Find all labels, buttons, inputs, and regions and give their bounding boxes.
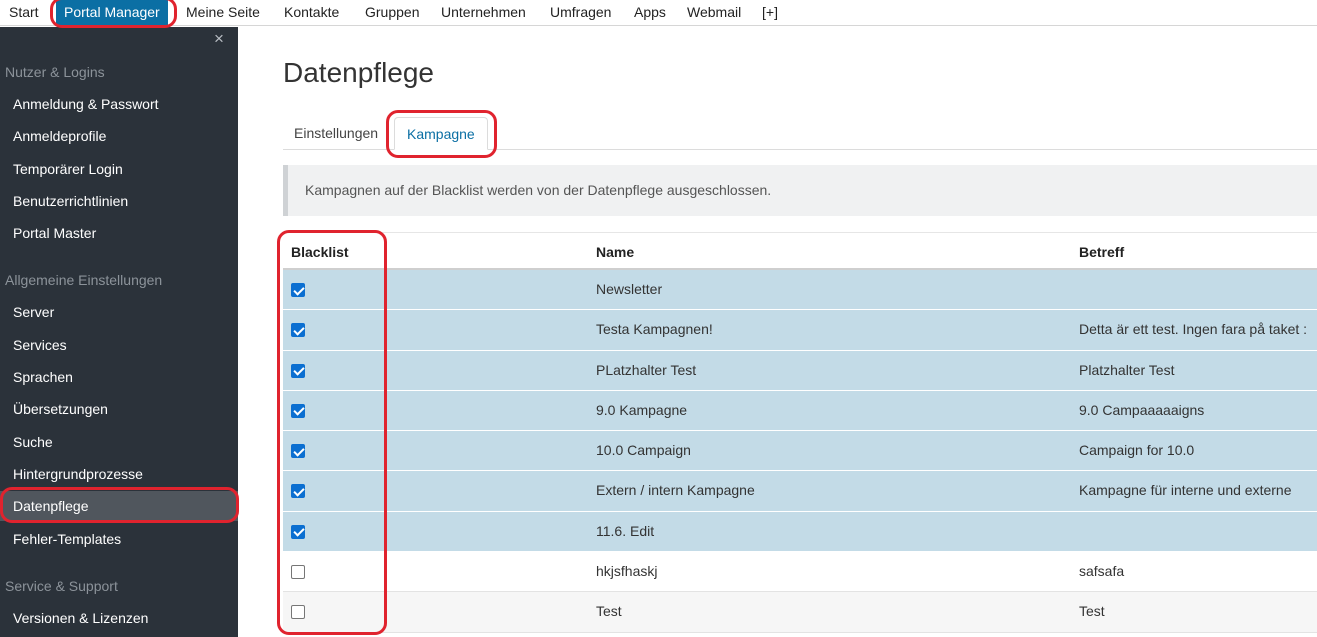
nav-gruppen[interactable]: Gruppen <box>365 0 419 26</box>
row-name: Newsletter <box>596 281 663 297</box>
sidebar-item-sprachen[interactable]: Sprachen <box>0 362 238 392</box>
sidebar-item-uebersetzungen[interactable]: Übersetzungen <box>0 394 238 424</box>
header-betreff[interactable]: Betreff <box>1079 244 1124 260</box>
row-name: 9.0 Kampagne <box>596 401 688 418</box>
row-name: 10.0 Campaign <box>596 442 691 459</box>
sidebar-item-versionen-lizenzen[interactable]: Versionen & Lizenzen <box>0 603 238 633</box>
page-title: Datenpflege <box>283 57 435 88</box>
row-name: Test <box>596 603 622 620</box>
sidebar-item-temporaerer-login[interactable]: Temporärer Login <box>0 154 238 184</box>
nav-meine-seite[interactable]: Meine Seite <box>186 0 260 26</box>
sidebar-item-services[interactable]: Services <box>0 330 238 360</box>
nav-umfragen[interactable]: Umfragen <box>550 0 611 26</box>
sidebar-section-service-support: Service & Support <box>5 578 118 594</box>
header-blacklist[interactable]: Blacklist <box>291 244 349 260</box>
info-message: Kampagnen auf der Blacklist werden von d… <box>283 165 1317 216</box>
sidebar-item-suche[interactable]: Suche <box>0 427 238 457</box>
row-betreff: Test <box>1079 603 1105 620</box>
table-header: Blacklist Name Betreff <box>283 232 1317 270</box>
nav-start[interactable]: Start <box>9 0 39 26</box>
row-betreff: 9.0 Campaaaaaigns <box>1079 401 1205 418</box>
table-row: Testa Kampagnen! Detta är ett test. Inge… <box>283 310 1317 351</box>
row-betreff: Platzhalter Test <box>1079 361 1175 378</box>
close-icon[interactable]: × <box>214 30 224 48</box>
sidebar-item-hintergrundprozesse[interactable]: Hintergrundprozesse <box>0 459 238 489</box>
nav-kontakte[interactable]: Kontakte <box>284 0 339 26</box>
tab-kampagne[interactable]: Kampagne <box>394 117 488 150</box>
blacklist-checkbox[interactable] <box>291 444 305 459</box>
sidebar-item-benutzerrichtlinien[interactable]: Benutzerrichtlinien <box>0 186 238 216</box>
blacklist-checkbox[interactable] <box>291 484 305 499</box>
tab-einstellungen[interactable]: Einstellungen <box>294 117 378 150</box>
nav-unternehmen[interactable]: Unternehmen <box>441 0 526 26</box>
row-name: Extern / intern Kampagne <box>596 482 755 499</box>
row-name: PLatzhalter Test <box>596 361 697 378</box>
row-betreff: Kampagne für interne und externe <box>1079 482 1292 499</box>
row-betreff: Campaign for 10.0 <box>1079 442 1195 459</box>
blacklist-checkbox[interactable] <box>291 565 305 580</box>
table-row: hkjsfhaskj safsafa <box>283 552 1317 593</box>
tab-bar: Einstellungen Kampagne <box>283 117 1317 150</box>
sidebar-item-anmeldeprofile[interactable]: Anmeldeprofile <box>0 121 238 151</box>
nav-portal-manager[interactable]: Portal Manager <box>56 0 168 26</box>
blacklist-checkbox[interactable] <box>291 605 305 620</box>
top-navigation: Start Portal Manager Meine Seite Kontakt… <box>0 0 1317 26</box>
table-row: 10.0 Campaign Campaign for 10.0 <box>283 431 1317 472</box>
main-content: Datenpflege Einstellungen Kampagne Kampa… <box>238 27 1317 637</box>
nav-apps[interactable]: Apps <box>634 0 666 26</box>
header-name[interactable]: Name <box>596 244 634 260</box>
table-row: Extern / intern Kampagne Kampagne für in… <box>283 471 1317 512</box>
blacklist-checkbox[interactable] <box>291 403 305 418</box>
sidebar-item-anmeldung-passwort[interactable]: Anmeldung & Passwort <box>0 89 238 119</box>
blacklist-checkbox[interactable] <box>291 524 305 539</box>
blacklist-checkbox[interactable] <box>291 323 305 338</box>
sidebar: × Nutzer & Logins Anmeldung & Passwort A… <box>0 27 238 637</box>
blacklist-checkbox[interactable] <box>291 283 305 297</box>
table-row: PLatzhalter Test Platzhalter Test <box>283 350 1317 391</box>
sidebar-item-fehler-templates[interactable]: Fehler-Templates <box>0 524 238 554</box>
table-row: 11.6. Edit <box>283 511 1317 553</box>
row-name: hkjsfhaskj <box>596 563 658 580</box>
sidebar-item-datenpflege[interactable]: Datenpflege <box>0 491 238 521</box>
sidebar-section-allgemeine-einstellungen: Allgemeine Einstellungen <box>5 272 163 288</box>
row-name: 11.6. Edit <box>596 522 655 539</box>
sidebar-item-server[interactable]: Server <box>0 297 238 327</box>
sidebar-section-nutzer-logins: Nutzer & Logins <box>5 64 105 80</box>
row-name: Testa Kampagnen! <box>596 321 713 338</box>
row-betreff: safsafa <box>1079 563 1125 580</box>
row-betreff: Detta är ett test. Ingen fara på taket : <box>1079 321 1308 338</box>
blacklist-checkbox[interactable] <box>291 363 305 378</box>
table-row: Newsletter <box>283 270 1317 311</box>
table-row: Test Test <box>283 592 1317 633</box>
nav-add[interactable]: [+] <box>762 0 778 26</box>
campaign-table: Blacklist Name Betreff Newsletter Testa … <box>283 232 1317 633</box>
nav-webmail[interactable]: Webmail <box>687 0 741 26</box>
sidebar-item-portal-master[interactable]: Portal Master <box>0 218 238 248</box>
table-row: 9.0 Kampagne 9.0 Campaaaaaigns <box>283 390 1317 432</box>
